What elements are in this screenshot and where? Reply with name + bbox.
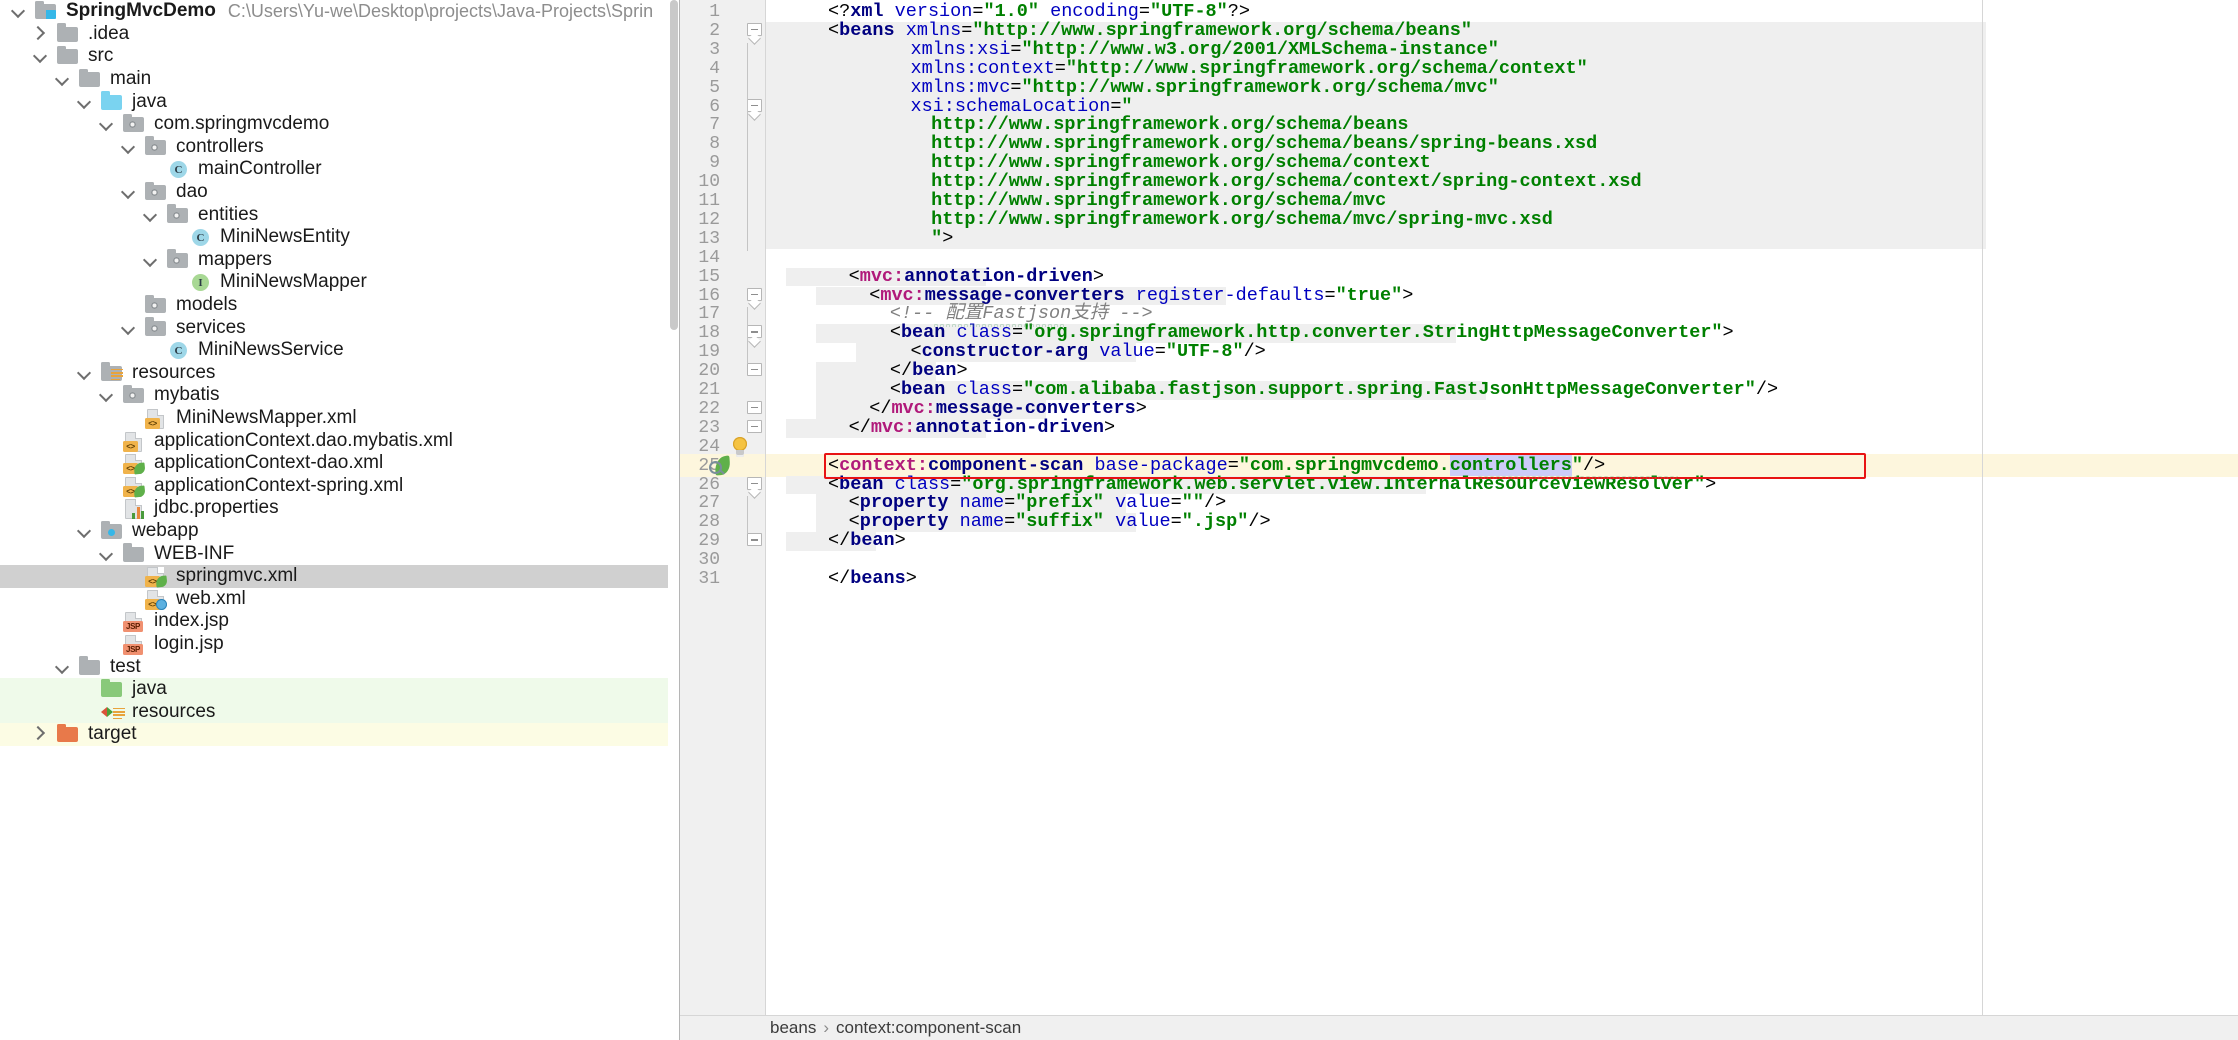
tree-node-resources[interactable]: resources [0, 700, 680, 724]
tree-node-mininewsmapper[interactable]: I MiniNewsMapper [0, 271, 680, 294]
ide-window: SpringMvcDemo C:\Users\Yu-we\Desktop\proj… [0, 0, 2238, 1040]
annotation-rectangle [824, 453, 1866, 479]
tree-node-label: models [176, 294, 238, 316]
code-fold-toggle[interactable] [747, 363, 762, 382]
project-path: C:\Users\Yu-we\Desktop\projects\Java-Pro… [227, 0, 654, 21]
tree-node-web-inf[interactable]: WEB-INF [0, 542, 680, 565]
tree-node-label: SpringMvcDemo [66, 0, 216, 22]
tree-node-label: applicationContext-dao.xml [154, 452, 384, 474]
code-fold-toggle[interactable] [747, 419, 762, 439]
breadcrumb[interactable]: beans › context:component-scan [680, 1015, 2238, 1040]
spellcheck-squiggle [934, 323, 1066, 328]
spring-bean-icon[interactable] [708, 455, 732, 479]
code-text-area[interactable]: <?xml version="1.0" encoding="UTF-8"?> <b… [766, 0, 2238, 1015]
code-fold-toggle[interactable] [747, 400, 762, 420]
tree-node-label: resources [132, 700, 216, 722]
tree-node-idea[interactable]: .idea [0, 23, 680, 46]
tree-node-label: web.xml [176, 587, 246, 609]
tree-node-label: com.springmvcdemo [154, 113, 330, 135]
tree-node-com-springmvcdemo[interactable]: com.springmvcdemo [0, 113, 680, 136]
code-fold-line [747, 42, 748, 251]
code-fold-line [747, 496, 748, 535]
code-line[interactable]: "> [931, 226, 953, 253]
tree-node-maincontroller[interactable]: CmainController [0, 158, 680, 181]
tree-node-label: MiniNewsMapper.xml [176, 407, 357, 429]
tree-node-mininewsentity[interactable]: C MiniNewsEntity [0, 226, 680, 249]
code-fold-toggle[interactable] [747, 287, 762, 310]
tree-node-label: login.jsp [154, 633, 224, 655]
tree-node-entities[interactable]: entities [0, 203, 680, 226]
breadcrumb-item[interactable]: beans [770, 1018, 816, 1038]
tree-node-label: springmvc.xml [176, 565, 298, 587]
tree-node-target[interactable]: target [0, 723, 680, 746]
tree-node-springmvc-xml[interactable]: <> springmvc.xml [0, 565, 680, 588]
code-line[interactable]: </mvc:annotation-driven> [849, 415, 1115, 442]
tree-node-label: MiniNewsEntity [220, 226, 350, 248]
code-fold-line [747, 307, 748, 365]
spellcheck-squiggle [1478, 474, 1678, 479]
code-editor[interactable]: 1 2 3 4 5 6 7 8 9 10 11 12 13 14 15 16 17 18 19 20 21 22 23 24 2… [680, 0, 2238, 1040]
tree-node-label: java [132, 678, 167, 700]
code-line[interactable]: </bean> [828, 528, 906, 555]
code-line[interactable]: http://www.springframework.org/schema/mv… [931, 207, 1553, 234]
tree-node-label: target [88, 723, 137, 745]
tree-node-label: applicationContext-spring.xml [154, 474, 404, 496]
code-fold-toggle[interactable] [747, 533, 762, 552]
code-line[interactable]: <property name="suffix" value=".jsp"/> [849, 509, 1271, 536]
tree-node-models[interactable]: models [0, 294, 680, 317]
code-fold-toggle[interactable] [747, 476, 762, 499]
code-fold-toggle[interactable] [747, 325, 762, 348]
chevron-right-icon[interactable] [28, 718, 54, 750]
tree-node-mappers[interactable]: mappers [0, 249, 680, 272]
tree-node-controllers[interactable]: controllers [0, 136, 680, 159]
folder-orange-icon [54, 718, 82, 750]
tree-node-label: applicationContext.dao.mybatis.xml [154, 429, 453, 451]
breadcrumb-separator: › [823, 1018, 829, 1037]
tree-node-label: .idea [88, 22, 130, 44]
code-fold-toggle[interactable] [747, 98, 762, 121]
tree-node-label: jdbc.properties [154, 497, 279, 519]
tree-node-label: MiniNewsMapper [220, 271, 367, 293]
tree-node-label: MiniNewsService [198, 339, 344, 361]
tree-node-label: index.jsp [154, 610, 229, 632]
tree-node-mybatis[interactable]: mybatis [0, 384, 680, 407]
tree-node-label: mainController [198, 158, 322, 180]
tree-node-dao[interactable]: dao [0, 181, 680, 204]
project-tree-scrollbar-thumb[interactable] [670, 0, 678, 330]
project-tool-window[interactable]: SpringMvcDemo C:\Users\Yu-we\Desktop\proj… [0, 0, 680, 1040]
breadcrumb-item[interactable]: context:component-scan [836, 1018, 1021, 1038]
tree-node-springmvcdemo[interactable]: SpringMvcDemo C:\Users\Yu-we\Desktop\proj… [0, 0, 680, 23]
editor-right-rule [1982, 0, 1983, 1015]
code-line[interactable]: </beans> [828, 566, 917, 593]
code-fold-toggle[interactable] [747, 22, 762, 46]
code-folding-strip[interactable] [740, 0, 766, 1015]
tree-node-services[interactable]: services [0, 316, 680, 339]
